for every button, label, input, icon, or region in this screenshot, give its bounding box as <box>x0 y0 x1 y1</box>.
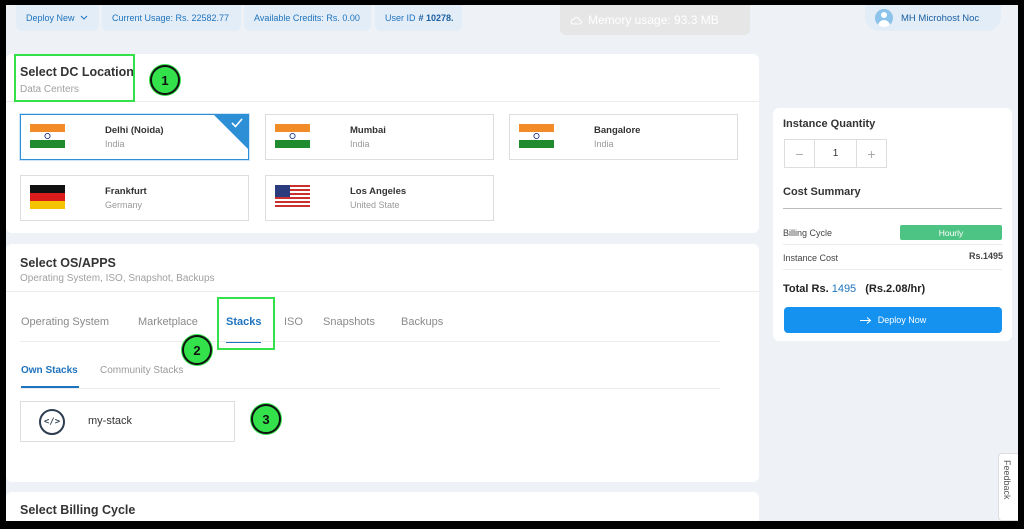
user-menu[interactable]: MH Microhost Noc <box>865 5 1001 31</box>
location-los-angeles[interactable]: Los Angeles United State <box>265 175 494 221</box>
user-id-label: User ID <box>385 13 416 23</box>
location-name: Delhi (Noida) <box>105 125 164 136</box>
tab-snapshots[interactable]: Snapshots <box>323 316 375 328</box>
divider <box>783 244 1002 245</box>
billing-cycle-label: Billing Cycle <box>783 228 833 238</box>
divider <box>6 291 759 292</box>
stack-name: my-stack <box>88 415 132 427</box>
code-icon: </> <box>39 409 65 435</box>
os-apps-card: Select OS/APPS Operating System, ISO, Sn… <box>6 244 759 482</box>
credits-text: Available Credits: Rs. 0.00 <box>254 13 360 23</box>
location-country: India <box>105 139 125 149</box>
os-subtitle: Operating System, ISO, Snapshot, Backups <box>20 273 215 284</box>
location-mumbai[interactable]: Mumbai India <box>265 114 494 160</box>
step-badge-2: 2 <box>182 335 212 365</box>
highlight-stacks-tab <box>217 297 275 350</box>
deploy-now-label: Deploy Now <box>877 315 927 325</box>
memory-usage-text: Memory usage: 93.3 MB <box>588 13 719 27</box>
checkmark-icon <box>231 118 243 128</box>
user-name: MH Microhost Noc <box>901 12 980 24</box>
total-hourly: (Rs.2.08/hr) <box>865 283 926 295</box>
location-country: India <box>594 139 614 149</box>
instance-cost-label: Instance Cost <box>783 253 839 263</box>
plus-icon[interactable]: + <box>857 140 886 167</box>
location-bangalore[interactable]: Bangalore India <box>509 114 738 160</box>
os-title: Select OS/APPS <box>20 256 116 270</box>
usa-flag-icon <box>275 185 310 209</box>
divider <box>20 388 720 389</box>
location-name: Los Angeles <box>350 186 407 197</box>
deploy-new-label: Deploy New <box>26 13 75 23</box>
total-label: Total Rs. <box>783 283 829 295</box>
step-badge-1: 1 <box>150 65 180 95</box>
deploy-new-dropdown[interactable]: Deploy New <box>16 5 99 31</box>
quantity-stepper: − 1 + <box>784 139 887 168</box>
stack-item[interactable]: </> my-stack <box>20 401 235 442</box>
credits-badge: Available Credits: Rs. 0.00 <box>244 5 371 31</box>
hourly-badge: Hourly <box>900 225 1002 240</box>
quantity-input[interactable]: 1 <box>814 140 857 167</box>
feedback-tab[interactable]: Feedback <box>998 453 1018 521</box>
location-frankfurt[interactable]: Frankfurt Germany <box>20 175 249 221</box>
cost-summary-title: Cost Summary <box>783 186 861 198</box>
tab-iso[interactable]: ISO <box>284 316 303 328</box>
divider <box>783 269 1002 270</box>
germany-flag-icon <box>30 185 65 209</box>
step-badge-3: 3 <box>251 404 281 434</box>
memory-usage-badge: Memory usage: 93.3 MB <box>560 5 750 35</box>
location-name: Bangalore <box>594 125 641 136</box>
deploy-now-button[interactable]: Deploy Now <box>784 307 1002 333</box>
india-flag-icon <box>519 124 554 148</box>
billing-title: Select Billing Cycle <box>20 503 136 517</box>
india-flag-icon <box>30 124 65 148</box>
arrow-right-icon <box>859 316 872 324</box>
avatar <box>875 9 893 27</box>
location-country: Germany <box>105 200 143 210</box>
tab-operating-system[interactable]: Operating System <box>21 316 109 328</box>
total-row: Total Rs. 1495 (Rs.2.08/hr) <box>783 283 925 295</box>
divider <box>20 341 720 342</box>
user-id-value: # 10278. <box>418 13 454 23</box>
tab-backups[interactable]: Backups <box>401 316 443 328</box>
chevron-down-icon <box>80 15 87 20</box>
order-summary-card: Instance Quantity − 1 + Cost Summary Bil… <box>773 108 1012 341</box>
location-country: United State <box>350 200 400 210</box>
minus-icon[interactable]: − <box>785 140 814 167</box>
divider <box>783 208 1002 209</box>
location-delhi[interactable]: Delhi (Noida) India <box>20 114 249 160</box>
user-id-badge: User ID # 10278. <box>375 5 462 31</box>
india-flag-icon <box>275 124 310 148</box>
total-value: 1495 <box>831 283 857 295</box>
tab-marketplace[interactable]: Marketplace <box>138 316 198 328</box>
instance-cost-value: Rs.1495 <box>969 251 1004 261</box>
quantity-title: Instance Quantity <box>783 118 876 130</box>
subtab-own-stacks[interactable]: Own Stacks <box>21 365 78 376</box>
billing-cycle-card: Select Billing Cycle <box>6 492 759 521</box>
app-frame: Deploy New Current Usage: Rs. 22582.77 A… <box>6 5 1018 521</box>
location-name: Frankfurt <box>105 186 147 197</box>
feedback-label: Feedback <box>1002 460 1012 500</box>
current-usage-text: Current Usage: Rs. 22582.77 <box>112 13 230 23</box>
top-bar: Deploy New Current Usage: Rs. 22582.77 A… <box>6 5 1018 39</box>
cloud-icon <box>570 16 582 24</box>
current-usage-badge: Current Usage: Rs. 22582.77 <box>102 5 241 31</box>
location-country: India <box>350 139 370 149</box>
highlight-dc-title <box>14 54 135 102</box>
location-name: Mumbai <box>350 125 386 136</box>
subtab-community-stacks[interactable]: Community Stacks <box>100 365 183 376</box>
